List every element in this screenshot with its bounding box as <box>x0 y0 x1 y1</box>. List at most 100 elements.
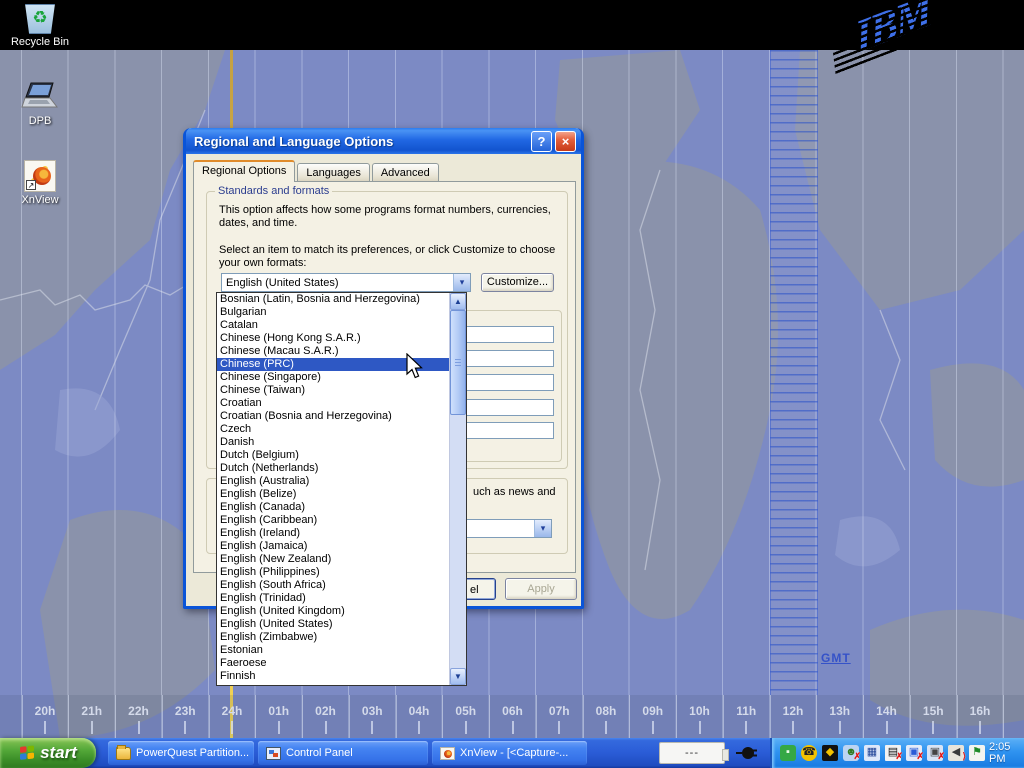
taskbar-button-label: XnView - [<Capture-... <box>460 747 568 759</box>
tab-advanced[interactable]: Advanced <box>372 163 439 182</box>
tab-languages[interactable]: Languages <box>297 163 369 182</box>
hour-tick <box>371 721 373 734</box>
zone-boundary-tick <box>536 695 537 738</box>
diamond-utility-icon[interactable]: ◆ <box>822 745 838 761</box>
list-item[interactable]: Bosnian (Latin, Bosnia and Herzegovina) <box>217 293 449 306</box>
list-item[interactable]: English (United States) <box>217 618 449 631</box>
zone-boundary-tick <box>68 695 69 738</box>
taskbar-button-xnv[interactable]: XnView - [<Capture-... <box>432 741 587 765</box>
list-item[interactable]: Estonian <box>217 644 449 657</box>
recycle-bin-icon: ♻ <box>23 4 57 34</box>
taskbar-button-cpl[interactable]: Control Panel <box>258 741 428 765</box>
dialog-titlebar[interactable]: Regional and Language Options ? × <box>186 128 581 154</box>
hour-tick <box>278 721 280 734</box>
hour-label: 11h <box>736 704 756 718</box>
hour-label: 14h <box>876 704 897 718</box>
list-item[interactable]: Czech <box>217 423 449 436</box>
list-item[interactable]: English (Zimbabwe) <box>217 631 449 644</box>
list-item[interactable]: English (Trinidad) <box>217 592 449 605</box>
list-item[interactable]: Chinese (Hong Kong S.A.R.) <box>217 332 449 345</box>
icon-label: DPB <box>2 115 78 127</box>
apply-button[interactable]: Apply <box>505 578 577 600</box>
hour-tick <box>652 721 654 734</box>
list-item[interactable]: English (Jamaica) <box>217 540 449 553</box>
locale-combobox[interactable]: English (United States) ▾ <box>221 273 471 292</box>
list-item[interactable]: English (South Africa) <box>217 579 449 592</box>
list-item[interactable]: English (Philippines) <box>217 566 449 579</box>
list-item[interactable]: English (Ireland) <box>217 527 449 540</box>
tab-regional-options[interactable]: Regional Options <box>193 160 295 182</box>
list-item[interactable]: Chinese (Taiwan) <box>217 384 449 397</box>
list-item[interactable]: Finnish <box>217 670 449 683</box>
phone-agent-icon[interactable]: ☎ <box>801 745 817 761</box>
desktop-icon-xnview[interactable]: ↗ XnView <box>2 160 78 206</box>
scroll-down-icon[interactable]: ▼ <box>450 668 466 685</box>
start-button[interactable]: start <box>0 738 96 768</box>
zone-boundary-tick <box>910 695 911 738</box>
list-item[interactable]: English (Caribbean) <box>217 514 449 527</box>
hour-label: 09h <box>642 704 663 718</box>
error-badge: ✗ <box>895 749 903 764</box>
hour-tick <box>699 721 701 734</box>
error-badge: ✗ <box>937 749 945 764</box>
taskbar-clock[interactable]: 2:05 PM <box>989 741 1017 765</box>
select-instruction-text: Select an item to match its preferences,… <box>219 244 555 256</box>
list-item[interactable]: English (United Kingdom) <box>217 605 449 618</box>
zone-boundary-tick <box>396 695 397 738</box>
remove-hardware-icon[interactable]: ▪ <box>780 745 796 761</box>
list-item[interactable]: Croatian <box>217 397 449 410</box>
desktop-icon-recycle-bin[interactable]: ♻ Recycle Bin <box>2 4 78 48</box>
close-button[interactable]: × <box>555 131 576 152</box>
list-item[interactable]: English (Australia) <box>217 475 449 488</box>
wireless-disconnected-icon[interactable]: ▣✗ <box>927 745 943 761</box>
hour-label: 12h <box>783 704 804 718</box>
list-item[interactable]: Catalan <box>217 319 449 332</box>
folder-icon <box>116 747 131 760</box>
scrollbar[interactable]: ▲ ▼ <box>449 293 466 685</box>
select-instruction-text: your own formats: <box>219 257 306 269</box>
list-item[interactable]: English (Canada) <box>217 501 449 514</box>
list-item[interactable]: Croatian (Bosnia and Herzegovina) <box>217 410 449 423</box>
xnv-icon <box>440 747 455 760</box>
list-item[interactable]: English (Belize) <box>217 488 449 501</box>
hour-tick <box>91 721 93 734</box>
list-item[interactable]: Dutch (Netherlands) <box>217 462 449 475</box>
users-offline-icon[interactable]: ☻✗ <box>843 745 859 761</box>
scroll-up-icon[interactable]: ▲ <box>450 293 466 310</box>
battery-meter[interactable]: --- <box>659 742 725 764</box>
network-disconnected-icon[interactable]: ▣✗ <box>906 745 922 761</box>
chart-error-icon[interactable]: ▤✗ <box>885 745 901 761</box>
chevron-down-icon[interactable]: ▾ <box>453 274 470 291</box>
media-flag-icon[interactable]: ⚑ <box>969 745 985 761</box>
zone-boundary-tick <box>816 695 817 738</box>
network-computers-icon[interactable]: ▦ <box>864 745 880 761</box>
customize-button[interactable]: Customize... <box>481 273 554 292</box>
list-item[interactable]: English (New Zealand) <box>217 553 449 566</box>
description-text: dates, and time. <box>219 217 297 229</box>
shortcut-arrow-icon: ↗ <box>26 180 36 190</box>
hour-label: 08h <box>596 704 617 718</box>
hour-label: 21h <box>81 704 102 718</box>
hour-tick <box>745 721 747 734</box>
hour-tick <box>558 721 560 734</box>
list-item[interactable]: Bulgarian <box>217 306 449 319</box>
list-item[interactable]: Danish <box>217 436 449 449</box>
help-button[interactable]: ? <box>531 131 552 152</box>
hour-label: 20h <box>35 704 56 718</box>
hour-tick <box>325 721 327 734</box>
hour-tick <box>465 721 467 734</box>
hour-label: 10h <box>689 704 710 718</box>
scrollbar-thumb[interactable] <box>450 310 466 415</box>
desktop-icon-dpb[interactable]: DPB <box>2 82 78 127</box>
volume-icon[interactable]: ◀⟩ <box>948 745 964 761</box>
zone-boundary-tick <box>115 695 116 738</box>
list-item[interactable]: Dutch (Belgium) <box>217 449 449 462</box>
taskbar-button-folder[interactable]: PowerQuest Partition... <box>108 741 254 765</box>
list-item[interactable]: Faeroese <box>217 657 449 670</box>
zone-boundary-tick <box>209 695 210 738</box>
hour-label: 04h <box>409 704 430 718</box>
location-description-fragment: uch as news and <box>473 486 556 498</box>
cancel-button-visible-text: el <box>470 580 479 600</box>
hour-scale: 20h21h22h23h24h01h02h03h04h05h06h07h08h0… <box>0 695 1024 738</box>
chevron-down-icon[interactable]: ▾ <box>534 520 551 537</box>
